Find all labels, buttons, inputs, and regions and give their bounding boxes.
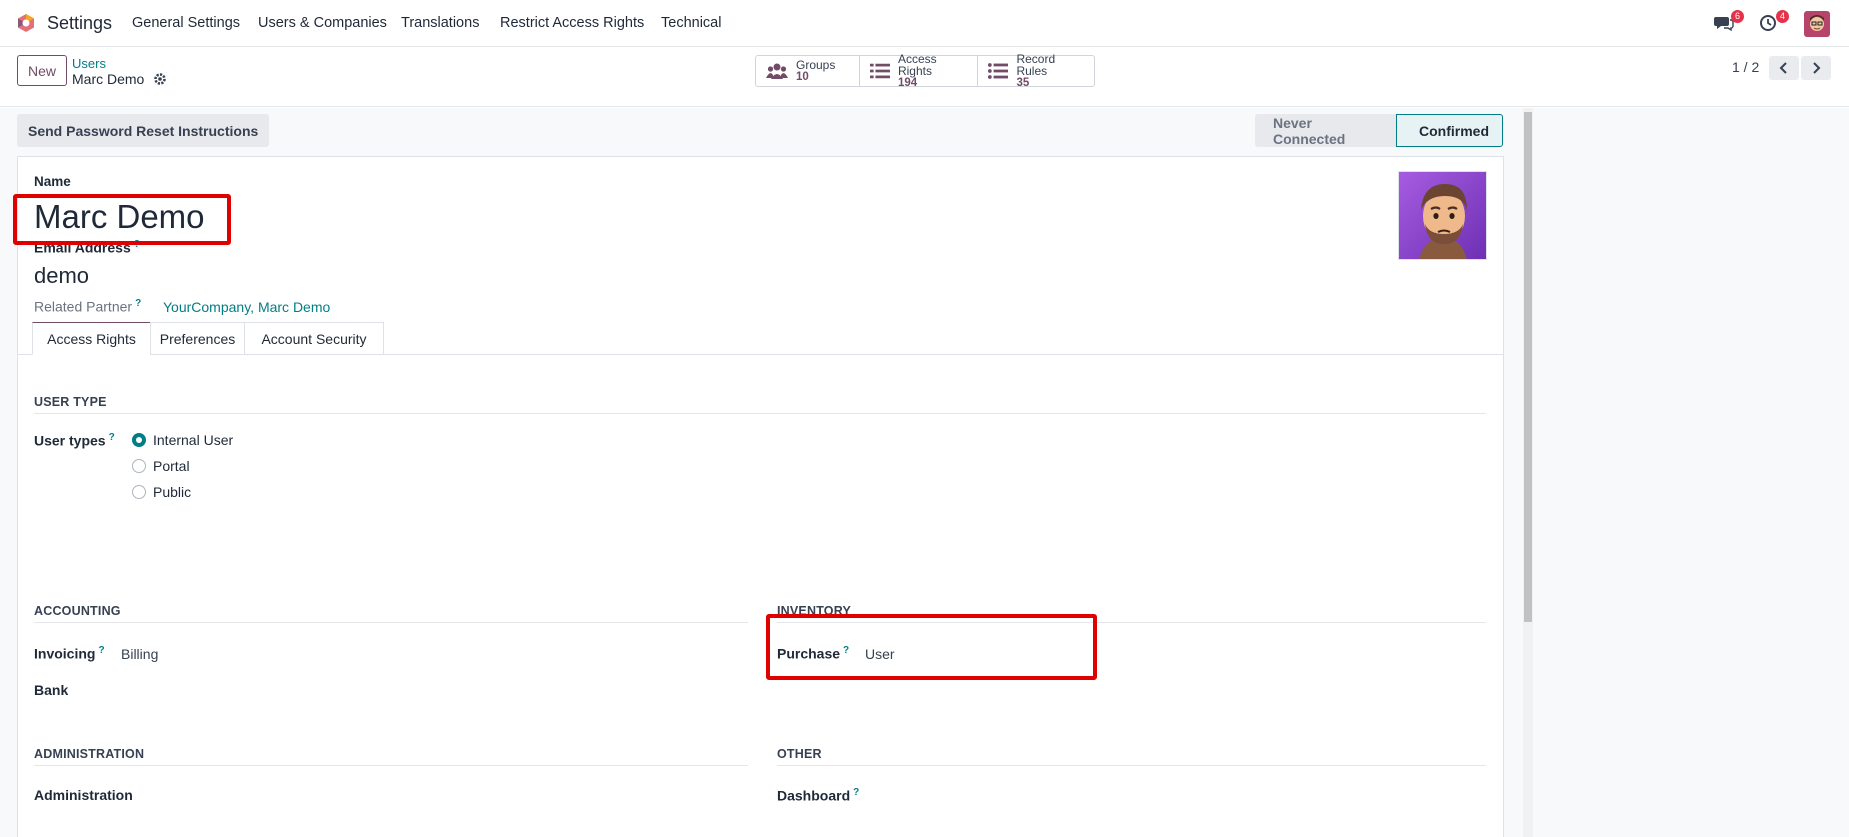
chevron-left-icon xyxy=(1779,62,1787,74)
section-divider xyxy=(34,765,748,766)
radio-unchecked-icon[interactable] xyxy=(132,459,146,473)
status-bar: Never Connected Confirmed xyxy=(1255,114,1503,147)
radio-internal-user-label: Internal User xyxy=(153,432,234,448)
odoo-logo-icon[interactable] xyxy=(16,13,36,33)
record-rules-smart-button[interactable]: Record Rules 35 xyxy=(978,52,1094,89)
menu-technical[interactable]: Technical xyxy=(661,15,721,31)
radio-public[interactable]: Public xyxy=(132,484,191,500)
pager-previous-button[interactable] xyxy=(1769,56,1799,80)
stage-never-connected[interactable]: Never Connected xyxy=(1255,114,1396,147)
clock-icon xyxy=(1760,15,1776,31)
breadcrumb-users-link[interactable]: Users xyxy=(72,56,106,71)
radio-public-label: Public xyxy=(153,484,192,500)
user-types-label: User types? xyxy=(34,432,115,449)
invoicing-label-text: Invoicing xyxy=(34,645,96,662)
menu-general-settings[interactable]: General Settings xyxy=(132,15,240,31)
administration-label: Administration xyxy=(34,787,133,803)
smart-buttons: Groups 10 Access Rights 194 Record Rules… xyxy=(755,52,1095,89)
record-rules-count: 35 xyxy=(1016,77,1030,89)
radio-portal[interactable]: Portal xyxy=(132,458,190,474)
user-types-label-text: User types xyxy=(34,432,106,449)
list-icon xyxy=(870,63,890,79)
invoicing-label: Invoicing? xyxy=(34,645,105,662)
dashboard-label: Dashboard? xyxy=(777,787,859,804)
activities-count-badge: 4 xyxy=(1776,10,1789,23)
users-icon xyxy=(766,63,788,79)
form-tabs: Access Rights Preferences Account Securi… xyxy=(18,322,1503,355)
pager-value[interactable]: 1 / 2 xyxy=(1732,59,1759,75)
tab-access-rights[interactable]: Access Rights xyxy=(32,322,151,355)
administration-section-title: ADMINISTRATION xyxy=(34,747,145,761)
partner-help-icon[interactable]: ? xyxy=(135,298,141,309)
related-partner-label-text: Related Partner xyxy=(34,298,133,315)
menu-translations[interactable]: Translations xyxy=(401,15,479,31)
breadcrumb-current: Marc Demo xyxy=(72,71,145,87)
email-field[interactable]: demo xyxy=(34,263,89,289)
access-rights-smart-button[interactable]: Access Rights 194 xyxy=(860,52,978,89)
avatar-image xyxy=(1804,11,1830,37)
messages-count-badge: 6 xyxy=(1731,10,1744,23)
dashboard-label-text: Dashboard xyxy=(777,787,851,804)
section-divider xyxy=(34,622,748,623)
tab-account-security[interactable]: Account Security xyxy=(244,322,384,355)
related-partner-label: Related Partner? xyxy=(34,298,141,315)
section-divider xyxy=(777,765,1486,766)
name-label: Name xyxy=(34,174,71,189)
stage-confirmed[interactable]: Confirmed xyxy=(1396,114,1503,147)
menu-users-companies[interactable]: Users & Companies xyxy=(258,15,387,31)
section-divider xyxy=(34,413,1486,414)
tab-preferences[interactable]: Preferences xyxy=(150,322,245,355)
gear-icon[interactable] xyxy=(153,72,167,86)
scrollbar-thumb[interactable] xyxy=(1524,112,1532,622)
radio-portal-label: Portal xyxy=(153,458,190,474)
app-name[interactable]: Settings xyxy=(47,13,112,34)
user-photo-image xyxy=(1399,172,1486,259)
access-rights-label: Access Rights xyxy=(897,52,937,78)
list-icon xyxy=(988,63,1009,79)
record-rules-label: Record Rules xyxy=(1016,52,1056,78)
invoicing-help-icon[interactable]: ? xyxy=(98,645,104,656)
other-section-title: OTHER xyxy=(777,747,822,761)
access-rights-count: 194 xyxy=(897,77,918,89)
bank-label: Bank xyxy=(34,682,69,698)
dashboard-help-icon[interactable]: ? xyxy=(853,787,859,798)
groups-label: Groups xyxy=(796,58,836,72)
new-button[interactable]: New xyxy=(17,55,67,86)
activities-button[interactable]: 4 xyxy=(1759,10,1789,32)
form-content: Send Password Reset Instructions Never C… xyxy=(0,108,1849,837)
user-avatar[interactable] xyxy=(1804,11,1830,37)
messages-button[interactable]: 6 xyxy=(1714,10,1744,32)
radio-unchecked-icon[interactable] xyxy=(132,485,146,499)
related-partner-link[interactable]: YourCompany, Marc Demo xyxy=(163,299,330,315)
invoicing-select[interactable]: Billing xyxy=(121,646,158,662)
control-panel: New Users Marc Demo Groups 10 Access Rig… xyxy=(0,47,1849,107)
chevron-right-icon xyxy=(1813,62,1821,74)
user-type-section-title: USER TYPE xyxy=(34,395,107,409)
pager-next-button[interactable] xyxy=(1801,56,1831,80)
radio-checked-icon[interactable] xyxy=(132,433,146,447)
user-types-help-icon[interactable]: ? xyxy=(109,432,115,443)
annotation-highlight-name xyxy=(13,194,231,245)
top-navbar: Settings General Settings Users & Compan… xyxy=(0,0,1849,47)
radio-internal-user[interactable]: Internal User xyxy=(132,432,233,448)
scrollbar[interactable] xyxy=(1523,108,1533,837)
user-photo[interactable] xyxy=(1398,171,1487,260)
accounting-section-title: ACCOUNTING xyxy=(34,604,121,618)
menu-restrict-access-rights[interactable]: Restrict Access Rights xyxy=(500,15,644,31)
annotation-highlight-purchase xyxy=(766,614,1097,680)
form-sheet: Name Marc Demo Email Address? demo Relat… xyxy=(17,156,1504,837)
groups-smart-button[interactable]: Groups 10 xyxy=(756,56,860,86)
groups-count: 10 xyxy=(796,71,809,83)
send-password-reset-button[interactable]: Send Password Reset Instructions xyxy=(17,114,270,147)
